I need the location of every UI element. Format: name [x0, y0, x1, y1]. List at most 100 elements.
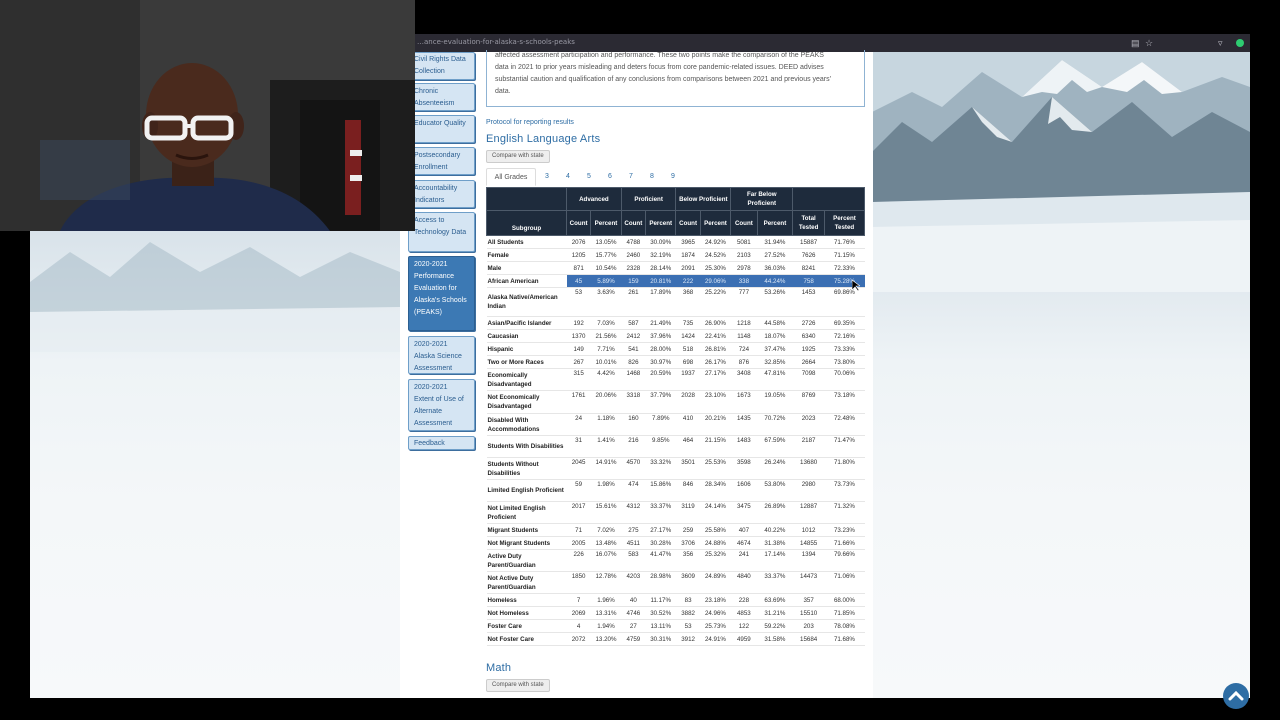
value-cell: 24.52% [700, 248, 731, 262]
value-cell: 21.56% [590, 329, 622, 343]
address-bar[interactable]: …ance-evaluation-for-alaska-s-schools-pe… [417, 38, 575, 46]
value-cell: 275 [621, 523, 646, 537]
value-cell: 2103 [730, 248, 758, 262]
mouse-cursor [852, 280, 860, 292]
sidebar-item-postsecondary[interactable]: Postsecondary Enrollment [408, 147, 475, 175]
value-cell: 31.94% [757, 235, 793, 249]
ela-heading: English Language Arts [486, 133, 601, 145]
ela-compare-button[interactable]: Compare with state [486, 150, 550, 163]
subgroup-cell: All Students [486, 235, 567, 249]
value-cell: 13.48% [590, 536, 622, 550]
sidebar-item-accountability[interactable]: Accountability Indicators [408, 180, 475, 208]
value-cell: 63.69% [757, 593, 793, 607]
value-cell: 4840 [730, 571, 758, 594]
tab-grade-6[interactable]: 6 [604, 168, 616, 186]
value-cell: 1394 [792, 549, 825, 572]
math-compare-button[interactable]: Compare with state [486, 679, 550, 692]
value-cell: 1761 [566, 390, 591, 414]
extension-icon[interactable] [1236, 39, 1244, 47]
value-cell: 44.24% [757, 274, 793, 288]
protocol-link[interactable]: Protocol for reporting results [486, 119, 574, 126]
reader-view-icon[interactable]: ▤ [1131, 38, 1140, 48]
sidebar-item-alternate-assessment[interactable]: 2020-2021 Extent of Use of Alternate Ass… [408, 379, 475, 431]
sidebar-item-feedback[interactable]: Feedback [408, 436, 475, 450]
value-cell: 21.49% [645, 316, 676, 330]
tab-grade-4[interactable]: 4 [562, 168, 574, 186]
sidebar-item-access-technology[interactable]: Access to Technology Data [408, 212, 475, 252]
value-cell: 24.89% [700, 571, 731, 594]
value-cell: 2028 [675, 390, 701, 414]
table-row: Two or More Races 267 10.01% 826 30.97% 698 26… [486, 355, 865, 369]
value-cell: 368 [675, 287, 701, 317]
column-header: Count [566, 210, 592, 236]
sidebar-item-chronic-absenteeism[interactable]: Chronic Absenteeism [408, 83, 475, 111]
tab-grade-7[interactable]: 7 [625, 168, 637, 186]
value-cell: 2412 [621, 329, 646, 343]
value-cell: 73.80% [824, 355, 865, 369]
value-cell: 21.15% [700, 435, 731, 458]
table-row: Disabled With Accommodations 24 1.18% 160 7.… [486, 413, 865, 436]
value-cell: 1.94% [590, 619, 622, 633]
scroll-to-top-button[interactable] [1222, 682, 1250, 710]
table-row: Limited English Proficient 59 1.98% 474 15.8… [486, 479, 865, 502]
table-row: Caucasian 1370 21.56% 2412 37.96% 1424 22.41% 1… [486, 329, 865, 343]
tab-grade-9[interactable]: 9 [667, 168, 679, 186]
value-cell: 2069 [566, 606, 591, 620]
column-header: Percent Tested [823, 210, 866, 236]
value-cell: 15510 [792, 606, 825, 620]
column-header: Count [675, 210, 701, 236]
sidebar-item-educator-quality[interactable]: Educator Quality [408, 115, 475, 143]
value-cell: 37.96% [645, 329, 676, 343]
value-cell: 4746 [621, 606, 646, 620]
sidebar-item-science-assessment[interactable]: 2020-2021 Alaska Science Assessment [408, 336, 475, 374]
value-cell: 410 [675, 413, 701, 436]
value-cell: 518 [675, 342, 701, 356]
value-cell: 25.22% [700, 287, 731, 317]
value-cell: 45 [566, 274, 591, 288]
value-cell: 4511 [621, 536, 646, 550]
value-cell: 149 [566, 342, 591, 356]
sidebar-item-peaks[interactable]: 2020-2021 Performance Evaluation for Ala… [408, 256, 475, 331]
table-row: Students With Disabilities 31 1.41% 216 9.85… [486, 435, 865, 458]
notice-line: affected assessment participation and pe… [495, 52, 824, 59]
value-cell: 10.54% [590, 261, 622, 275]
value-cell: 160 [621, 413, 646, 436]
header-proficient: Proficient [620, 187, 677, 211]
table-row: Not Homeless 2069 13.31% 4746 30.52% 3882 24.9… [486, 606, 865, 620]
value-cell: 541 [621, 342, 646, 356]
value-cell: 24.96% [700, 606, 731, 620]
value-cell: 28.98% [645, 571, 676, 594]
value-cell: 1673 [730, 390, 758, 414]
value-cell: 20.81% [645, 274, 676, 288]
value-cell: 1468 [621, 368, 646, 391]
ela-results-table: Advanced Proficient Below Proficient Far… [485, 187, 866, 646]
table-row: Hispanic 149 7.71% 541 28.00% 518 26.81% 724 37.… [486, 342, 865, 356]
value-cell: 47.81% [757, 368, 793, 391]
value-cell: 71.85% [824, 606, 865, 620]
pocket-icon[interactable]: ▿ [1218, 38, 1223, 48]
value-cell: 4853 [730, 606, 758, 620]
subgroup-cell: Female [486, 248, 567, 262]
subgroup-cell: Limited English Proficient [486, 479, 567, 502]
value-cell: 30.28% [645, 536, 676, 550]
table-row: Migrant Students 71 7.02% 275 27.17% 259 25.58… [486, 523, 865, 537]
tab-grade-8[interactable]: 8 [646, 168, 658, 186]
sidebar-item-civil-rights[interactable]: Civil Rights Data Collection [408, 52, 475, 80]
value-cell: 3501 [675, 457, 701, 480]
value-cell: 474 [621, 479, 646, 502]
value-cell: 71.66% [824, 536, 865, 550]
value-cell: 15.86% [645, 479, 676, 502]
value-cell: 18.07% [757, 329, 793, 343]
value-cell: 8241 [792, 261, 825, 275]
tab-grade-5[interactable]: 5 [583, 168, 595, 186]
tab-all-grades[interactable]: All Grades [486, 168, 536, 186]
value-cell: 70.72% [757, 413, 793, 436]
value-cell: 30.31% [645, 632, 676, 646]
tab-grade-3[interactable]: 3 [541, 168, 553, 186]
table-row: Homeless 7 1.96% 40 11.17% 83 23.18% 228 63.69% 3… [486, 593, 865, 607]
value-cell: 7.02% [590, 523, 622, 537]
value-cell: 2076 [566, 235, 591, 249]
bookmark-star-icon[interactable]: ☆ [1145, 38, 1153, 48]
value-cell: 71.68% [824, 632, 865, 646]
value-cell: 70.06% [824, 368, 865, 391]
